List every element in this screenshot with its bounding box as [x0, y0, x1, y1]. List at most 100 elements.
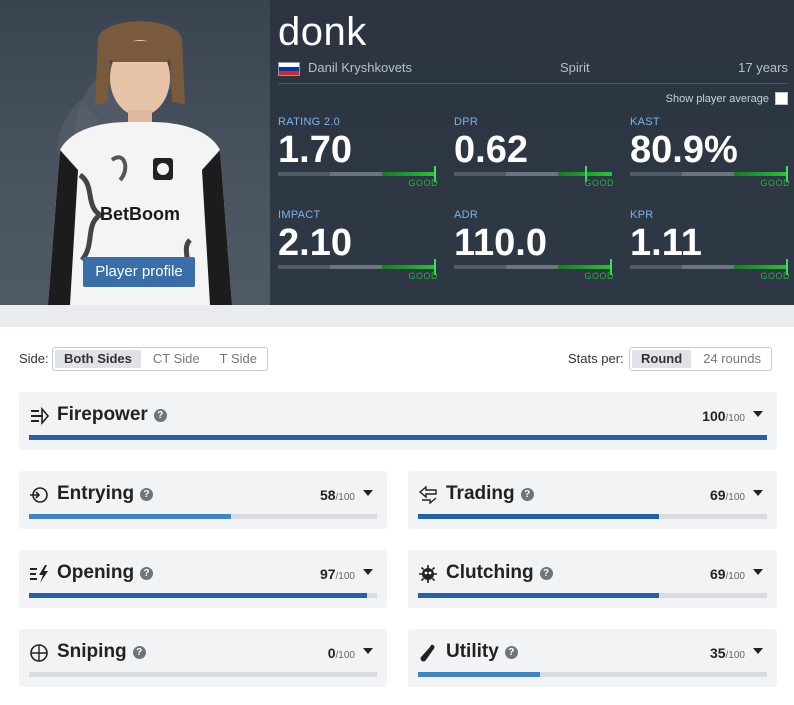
- player-nickname: donk: [278, 10, 367, 54]
- stat-dpr: DPR 0.62 GOOD: [454, 116, 614, 196]
- utility-icon: [420, 644, 435, 662]
- svg-text:BetBoom: BetBoom: [100, 204, 180, 224]
- stat-rating-text: GOOD: [584, 271, 614, 281]
- side-option-both[interactable]: Both Sides: [55, 350, 141, 368]
- help-icon[interactable]: ?: [132, 645, 146, 659]
- stat-kpr: KPR 1.11 GOOD: [630, 209, 790, 289]
- category-score: 58/100: [319, 487, 355, 503]
- category-name: Entrying: [57, 483, 135, 504]
- score-bar: [418, 593, 767, 598]
- category-name: Opening: [57, 562, 135, 583]
- stat-gauge: [630, 259, 788, 275]
- category-card-opening[interactable]: Opening ? 97/100: [19, 550, 387, 608]
- help-icon[interactable]: ?: [140, 487, 154, 501]
- side-option-ct[interactable]: CT Side: [143, 348, 210, 370]
- side-label: Side:: [19, 351, 49, 366]
- stat-value: 0.62: [454, 129, 528, 171]
- stat-value: 1.11: [630, 222, 702, 264]
- stat-rating-text: GOOD: [760, 178, 790, 188]
- stat-value: 80.9%: [630, 129, 738, 171]
- trading-icon: [418, 485, 437, 505]
- stat-gauge: [630, 166, 788, 182]
- player-photo-area: BetBoom Player profile: [0, 0, 270, 305]
- stat-value: 1.70: [278, 129, 352, 171]
- firepower-icon: [31, 406, 49, 426]
- expand-caret-icon[interactable]: [753, 648, 763, 654]
- category-card-trading[interactable]: Trading ? 69/100: [408, 471, 777, 529]
- stat-kast: KAST 80.9% GOOD: [630, 116, 790, 196]
- score-bar: [29, 672, 377, 677]
- stat-value: 110.0: [454, 222, 547, 264]
- score-bar: [418, 514, 767, 519]
- player-real-name: Danil Kryshkovets: [308, 60, 413, 75]
- stat-rating-text: GOOD: [760, 271, 790, 281]
- stat-label: KPR: [630, 209, 654, 221]
- stat-label: IMPACT: [278, 209, 321, 221]
- category-title: Entrying ?: [57, 483, 154, 505]
- stat-label: DPR: [454, 116, 479, 128]
- entrying-icon: [30, 487, 48, 503]
- expand-caret-icon[interactable]: [753, 569, 763, 575]
- category-title: Opening ?: [57, 562, 154, 584]
- category-card-entrying[interactable]: Entrying ? 58/100: [19, 471, 387, 529]
- per-option-round[interactable]: Round: [632, 350, 692, 368]
- side-option-t[interactable]: T Side: [210, 348, 267, 370]
- expand-caret-icon[interactable]: [753, 411, 763, 417]
- clutching-icon: [419, 565, 437, 583]
- help-icon[interactable]: ?: [539, 566, 553, 580]
- category-score: 0/100: [327, 645, 355, 661]
- per-option-24-rounds[interactable]: 24 rounds: [693, 348, 771, 370]
- category-card-clutching[interactable]: Clutching ? 69/100: [408, 550, 777, 608]
- stats-per-selector: Round 24 rounds: [629, 347, 772, 371]
- score-bar: [29, 593, 377, 598]
- category-title: Utility ?: [446, 641, 518, 663]
- expand-caret-icon[interactable]: [753, 490, 763, 496]
- category-title: Firepower ?: [57, 404, 167, 426]
- score-bar: [29, 514, 377, 519]
- section-separator: [0, 305, 794, 327]
- help-icon[interactable]: ?: [153, 408, 167, 422]
- score-bar: [29, 435, 767, 440]
- opening-icon: [30, 565, 48, 583]
- player-age: 17 years: [738, 60, 788, 75]
- player-header: BetBoom Player profile donk Danil Kryshk…: [0, 0, 794, 305]
- country-flag-icon: [278, 62, 300, 76]
- side-selector: Both Sides CT Side T Side: [52, 347, 268, 371]
- meta-divider: [278, 83, 788, 84]
- category-name: Clutching: [446, 562, 534, 583]
- score-bar: [418, 672, 767, 677]
- show-average-toggle[interactable]: Show player average: [666, 92, 788, 105]
- category-title: Clutching ?: [446, 562, 553, 584]
- stat-value: 2.10: [278, 222, 352, 264]
- category-score: 97/100: [319, 566, 355, 582]
- category-score: 69/100: [709, 566, 745, 582]
- help-icon[interactable]: ?: [520, 487, 534, 501]
- stat-gauge: [278, 166, 436, 182]
- category-score: 100/100: [702, 408, 745, 424]
- stat-rating-text: GOOD: [408, 271, 438, 281]
- show-average-checkbox[interactable]: [775, 92, 788, 105]
- player-profile-button[interactable]: Player profile: [83, 257, 195, 287]
- player-team[interactable]: Spirit: [560, 60, 590, 75]
- category-card-utility[interactable]: Utility ? 35/100: [408, 629, 777, 687]
- category-card-firepower[interactable]: Firepower ? 100/100: [19, 392, 777, 450]
- help-icon[interactable]: ?: [140, 566, 154, 580]
- stat-label: RATING 2.0: [278, 116, 341, 128]
- stat-adr: ADR 110.0 GOOD: [454, 209, 614, 289]
- stats-per-label: Stats per:: [568, 351, 624, 366]
- category-title: Trading ?: [446, 483, 534, 505]
- expand-caret-icon[interactable]: [363, 569, 373, 575]
- stat-impact: IMPACT 2.10 GOOD: [278, 209, 438, 289]
- stat-gauge: [454, 166, 612, 182]
- category-card-sniping[interactable]: Sniping ? 0/100: [19, 629, 387, 687]
- help-icon[interactable]: ?: [504, 645, 518, 659]
- expand-caret-icon[interactable]: [363, 490, 373, 496]
- player-meta: Danil Kryshkovets Spirit 17 years: [278, 60, 788, 78]
- category-score: 35/100: [709, 645, 745, 661]
- stat-label: ADR: [454, 209, 479, 221]
- category-name: Trading: [446, 483, 515, 504]
- stat-rating: RATING 2.0 1.70 GOOD: [278, 116, 438, 196]
- expand-caret-icon[interactable]: [363, 648, 373, 654]
- stat-rating-text: GOOD: [584, 178, 614, 188]
- category-name: Utility: [446, 641, 499, 662]
